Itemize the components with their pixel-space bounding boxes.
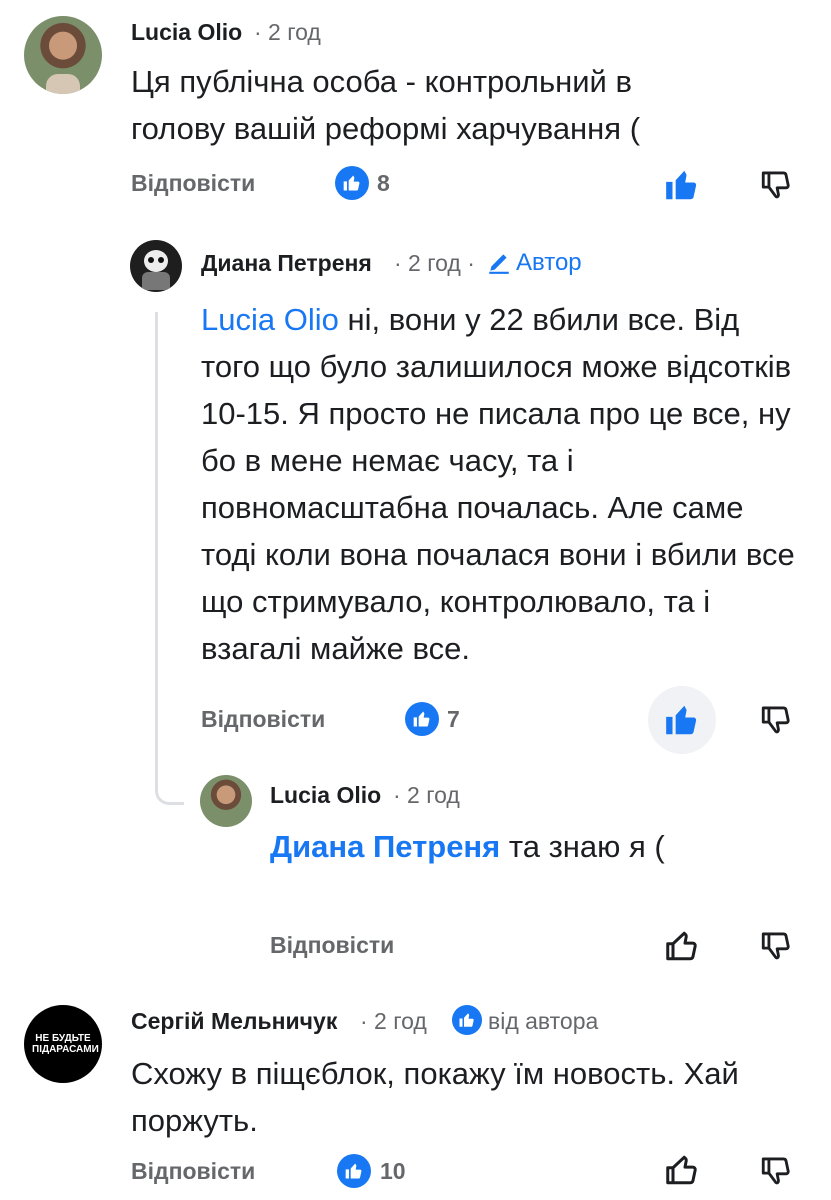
comment-author[interactable]: Сергій Мельничук	[131, 1008, 337, 1035]
avatar-text: НЕ БУДЬТЕ ПІДАРАСАМИ	[32, 1033, 99, 1055]
thumbs-up-badge-icon	[337, 1154, 371, 1188]
comment-author[interactable]: Lucia Olio	[131, 19, 242, 46]
thumbs-up-badge-icon	[405, 702, 439, 736]
like-count[interactable]: 10	[380, 1158, 406, 1185]
dislike-icon[interactable]	[759, 929, 793, 968]
thumbs-up-badge-icon	[335, 166, 369, 200]
reply-button[interactable]: Відповісти	[201, 706, 325, 733]
comment-text-body: та знаю я (	[500, 829, 665, 864]
author-badge: Автор	[516, 249, 582, 276]
reply-button[interactable]: Відповісти	[131, 1158, 255, 1185]
thumbs-up-badge-icon	[452, 1005, 482, 1035]
avatar[interactable]: НЕ БУДЬТЕ ПІДАРАСАМИ	[24, 1005, 102, 1083]
comment-time[interactable]: · 2 год ·	[394, 250, 475, 277]
pencil-icon	[486, 249, 512, 280]
comment-author[interactable]: Диана Петреня	[201, 250, 372, 277]
like-button[interactable]	[648, 686, 716, 754]
avatar[interactable]	[24, 16, 102, 94]
comment-time[interactable]: · 2 год	[254, 19, 321, 46]
comment-time[interactable]: · 2 год	[393, 782, 460, 809]
comment-time[interactable]: · 2 год	[360, 1008, 427, 1035]
mention-link[interactable]: Lucia Olio	[201, 302, 339, 337]
comment-text: Диана Петреня та знаю я (	[270, 823, 700, 870]
dislike-icon[interactable]	[759, 168, 793, 207]
comment-text: Ця публічна особа - контрольний в голову…	[131, 64, 641, 146]
like-icon[interactable]	[663, 166, 701, 209]
like-icon	[666, 705, 697, 735]
dislike-icon[interactable]	[759, 703, 793, 742]
like-count[interactable]: 8	[377, 170, 390, 197]
like-count[interactable]: 7	[447, 706, 460, 733]
mention-link[interactable]: Диана Петреня	[270, 829, 500, 864]
comment-text: Схожу в піщєблок, покажу їм новость. Хай…	[131, 1056, 739, 1138]
avatar[interactable]	[130, 240, 182, 292]
comment-text: Lucia Olio ні, вони у 22 вбили все. Від …	[201, 296, 806, 672]
avatar[interactable]	[200, 775, 252, 827]
comment-text-body: ні, вони у 22 вбили все. Від того що бул…	[201, 302, 795, 666]
comment-author[interactable]: Lucia Olio	[270, 782, 381, 809]
thread-line	[155, 312, 158, 790]
reply-button[interactable]: Відповісти	[131, 170, 255, 197]
from-author-badge: від автора	[488, 1008, 599, 1034]
thread-curve	[155, 770, 184, 805]
like-icon[interactable]	[664, 1152, 700, 1193]
reply-button[interactable]: Відповісти	[270, 932, 394, 959]
dislike-icon[interactable]	[759, 1154, 793, 1193]
like-icon[interactable]	[664, 928, 700, 969]
